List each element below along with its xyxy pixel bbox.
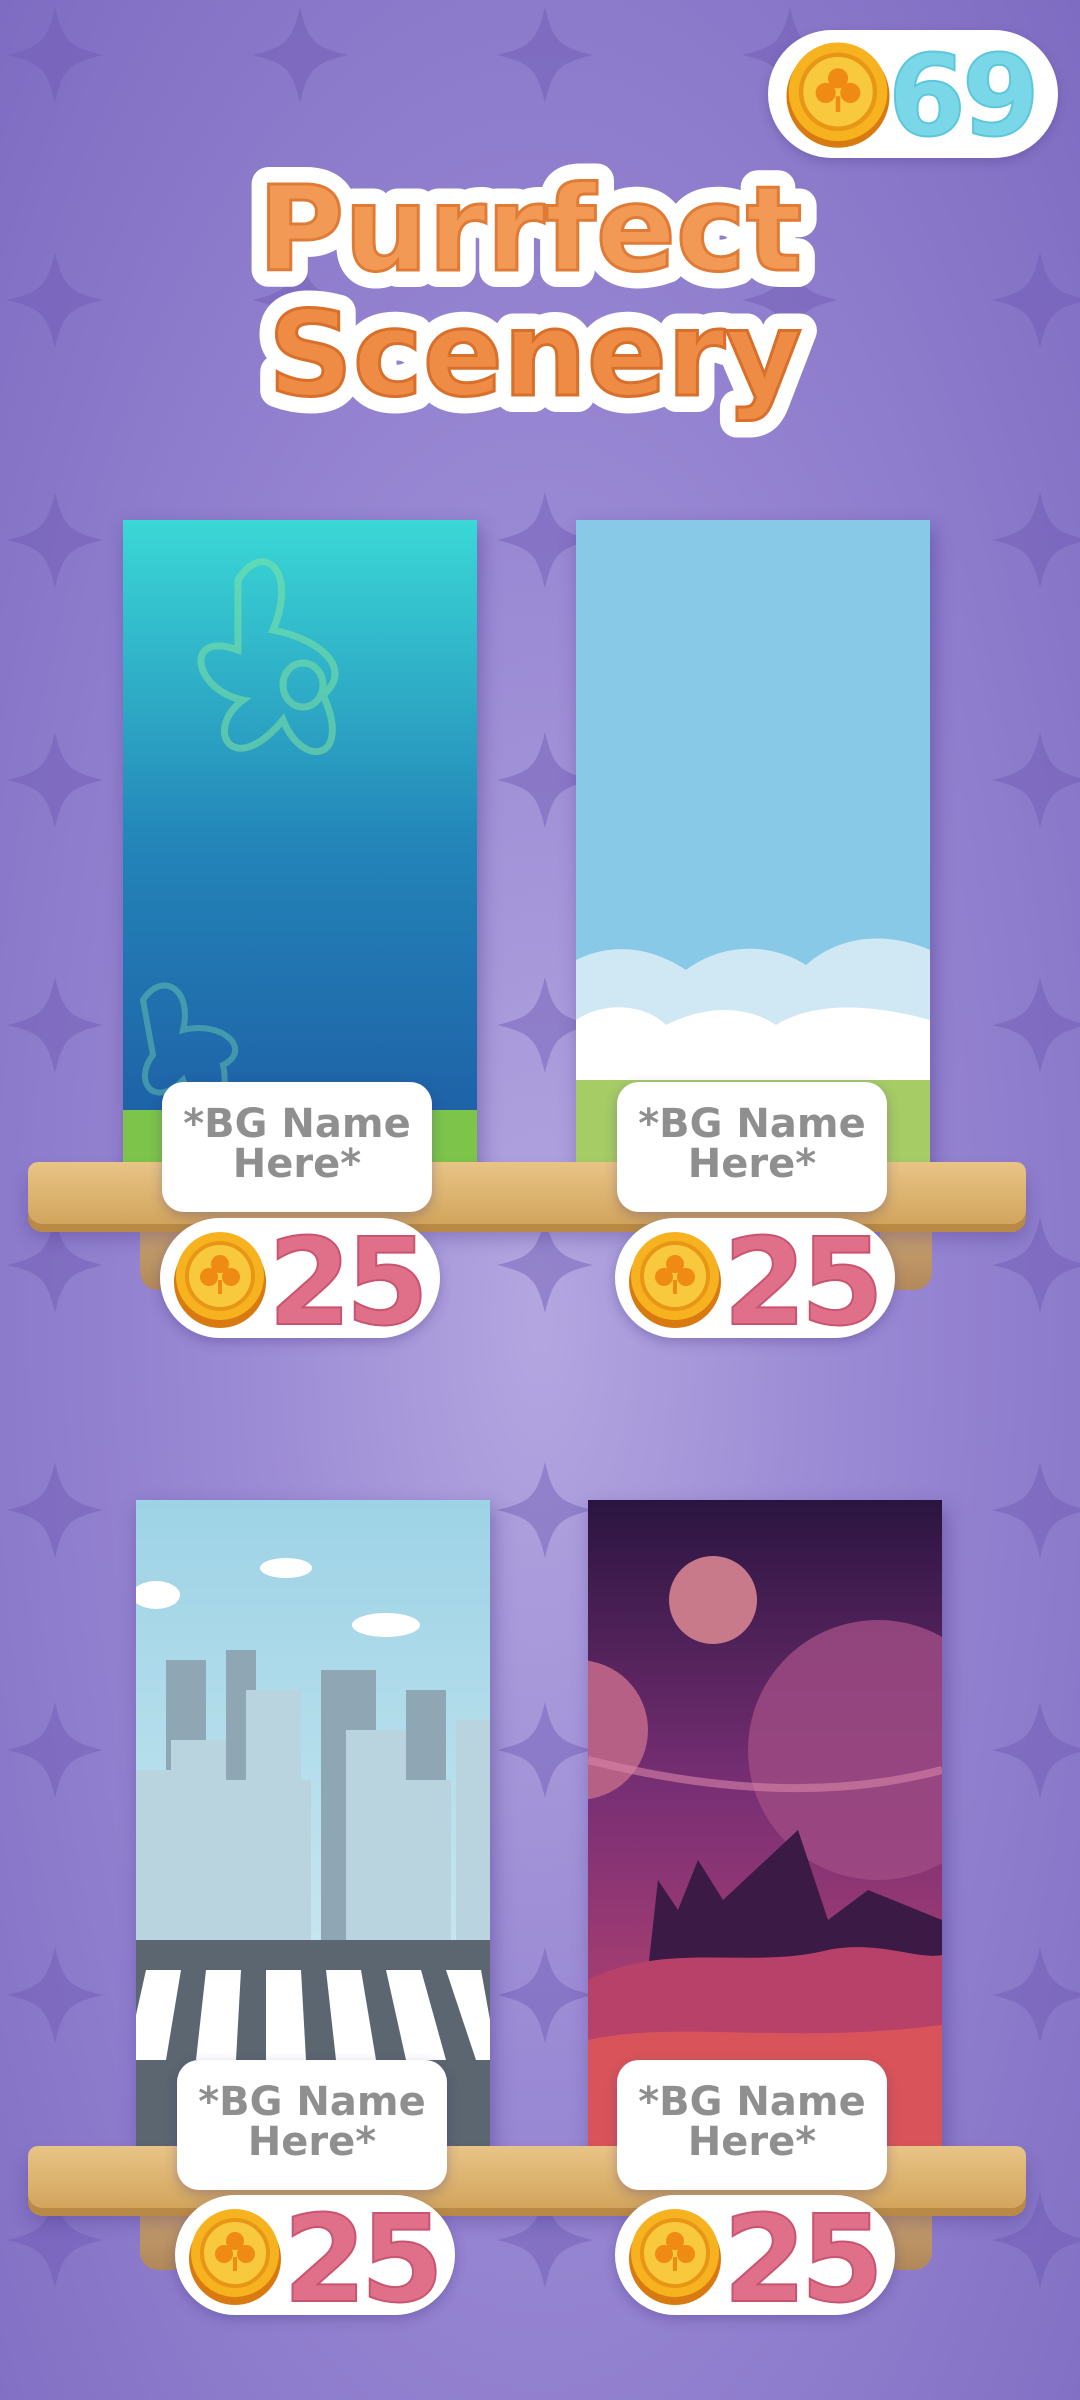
price-value: 25 [722, 2190, 885, 2331]
clover-coin-icon [174, 1232, 266, 1328]
clover-coin-icon [629, 2209, 721, 2305]
coin-balance: 69 [768, 30, 1058, 163]
buy-price-button[interactable]: 25 [615, 1213, 895, 1354]
alien-planet-preview [588, 1500, 942, 2156]
price-value: 25 [722, 1213, 885, 1354]
game-title: Purrfect Scenery Purrfect Scenery [241, 143, 820, 440]
buy-price-button[interactable]: 25 [175, 2190, 455, 2331]
bg-name-label: *BG Name Here* [162, 1082, 432, 1212]
background-card-sky[interactable] [576, 520, 930, 1176]
clover-coin-icon [786, 42, 890, 148]
clover-coin-icon [629, 1232, 721, 1328]
city-preview [136, 1500, 490, 2156]
bg-name-label: *BG Name Here* [617, 2060, 887, 2190]
price-value: 25 [267, 1213, 430, 1354]
bg-name: *BG Name Here* [183, 1101, 411, 1187]
bg-name: *BG Name Here* [638, 1101, 866, 1187]
bg-name-label: *BG Name Here* [617, 1082, 887, 1212]
clover-coin-icon [189, 2209, 281, 2305]
bg-name: *BG Name Here* [198, 2079, 426, 2165]
title-line-2: Scenery [268, 285, 802, 423]
bg-name-label: *BG Name Here* [177, 2060, 447, 2190]
sky-preview [576, 520, 930, 1176]
price-value: 25 [282, 2190, 445, 2331]
underwater-preview [123, 520, 477, 1176]
background-card-alien-planet[interactable] [588, 1500, 942, 2156]
buy-price-button[interactable]: 25 [160, 1213, 440, 1354]
title-line-1: Purrfect [258, 160, 803, 298]
bg-name: *BG Name Here* [638, 2079, 866, 2165]
buy-price-button[interactable]: 25 [615, 2190, 895, 2331]
background-card-city[interactable] [136, 1500, 490, 2156]
coin-count: 69 [887, 31, 1041, 163]
background-card-underwater[interactable] [123, 520, 477, 1176]
